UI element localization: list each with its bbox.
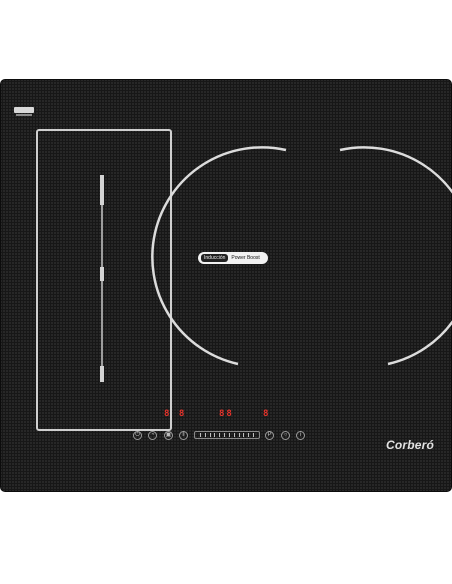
lock-icon[interactable]: ▣ [164, 431, 173, 440]
minus-icon[interactable]: ○ [281, 431, 290, 440]
round-zone-arc-right [339, 146, 452, 366]
zone-feature-badge: Inducción Power Boost [198, 252, 268, 264]
power-boost-label: Power Boost [231, 255, 260, 261]
power-slider[interactable] [194, 431, 260, 439]
timer-icon[interactable]: ◔ [148, 431, 157, 440]
cooktop-surface: Inducción Power Boost 8 8 88 8 ⏻ ◔ ▣ ‖ P… [0, 79, 452, 492]
brand-logo: Corberó [386, 438, 435, 452]
pause-icon[interactable]: ‖ [179, 431, 188, 440]
display-middle-pair: 88 [219, 409, 234, 419]
plus-icon[interactable]: P [265, 431, 274, 440]
info-icon[interactable]: i [296, 431, 305, 440]
induction-label: Inducción [201, 254, 229, 262]
display-left-pair: 8 8 [164, 409, 187, 419]
display-right-single: 8 [263, 409, 271, 419]
power-icon[interactable]: ⏻ [133, 431, 142, 440]
